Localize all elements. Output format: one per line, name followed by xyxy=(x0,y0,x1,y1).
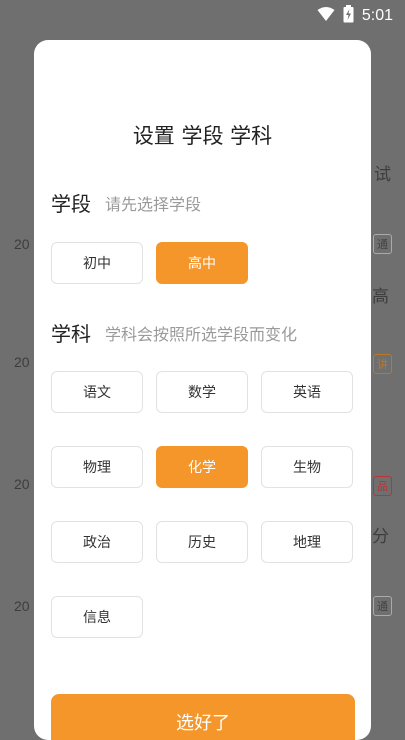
status-time: 5:01 xyxy=(361,7,393,24)
bg-row-text: 试 xyxy=(374,165,391,184)
confirm-button[interactable]: 选好了 xyxy=(51,694,355,740)
bg-year: 20 xyxy=(14,236,30,252)
subject-option-biology[interactable]: 生物 xyxy=(261,446,353,488)
battery-icon xyxy=(343,5,354,27)
bg-year: 20 xyxy=(14,354,30,370)
subject-option-politics[interactable]: 政治 xyxy=(51,521,143,563)
stage-label: 学段 xyxy=(51,192,91,216)
stage-hint: 请先选择学段 xyxy=(105,195,202,214)
bg-side-text: 分 xyxy=(372,527,389,546)
bg-badge: 通 xyxy=(373,596,392,616)
stage-option-junior[interactable]: 初中 xyxy=(51,242,143,284)
subject-option-english[interactable]: 英语 xyxy=(261,371,353,413)
subject-option-physics[interactable]: 物理 xyxy=(51,446,143,488)
bg-row-text: 高 xyxy=(372,287,389,306)
bg-year: 20 xyxy=(14,476,30,492)
status-icons: 5:01 xyxy=(317,5,393,27)
subject-hint: 学科会按照所选学段而变化 xyxy=(105,325,298,344)
subject-option-math[interactable]: 数学 xyxy=(156,371,248,413)
subject-label: 学科 xyxy=(51,322,91,346)
subject-option-chinese[interactable]: 语文 xyxy=(51,371,143,413)
bg-badge: 品 xyxy=(373,476,392,496)
dialog-title: 设置 学段 学科 xyxy=(132,124,273,148)
bg-badge: 通 xyxy=(373,234,392,254)
wifi-icon xyxy=(317,6,335,26)
subject-settings-dialog: 设置 学段 学科 学段 请先选择学段 初中 高中 学科 学科会按照所选学段而变化… xyxy=(34,40,371,740)
bg-badge: 讲 xyxy=(373,354,392,374)
subject-option-history[interactable]: 历史 xyxy=(156,521,248,563)
stage-option-senior[interactable]: 高中 xyxy=(156,242,248,284)
bg-year: 20 xyxy=(14,598,30,614)
subject-option-geography[interactable]: 地理 xyxy=(261,521,353,563)
subject-option-chemistry[interactable]: 化学 xyxy=(156,446,248,488)
subject-option-it[interactable]: 信息 xyxy=(51,596,143,638)
status-bar: 5:01 xyxy=(0,0,405,32)
